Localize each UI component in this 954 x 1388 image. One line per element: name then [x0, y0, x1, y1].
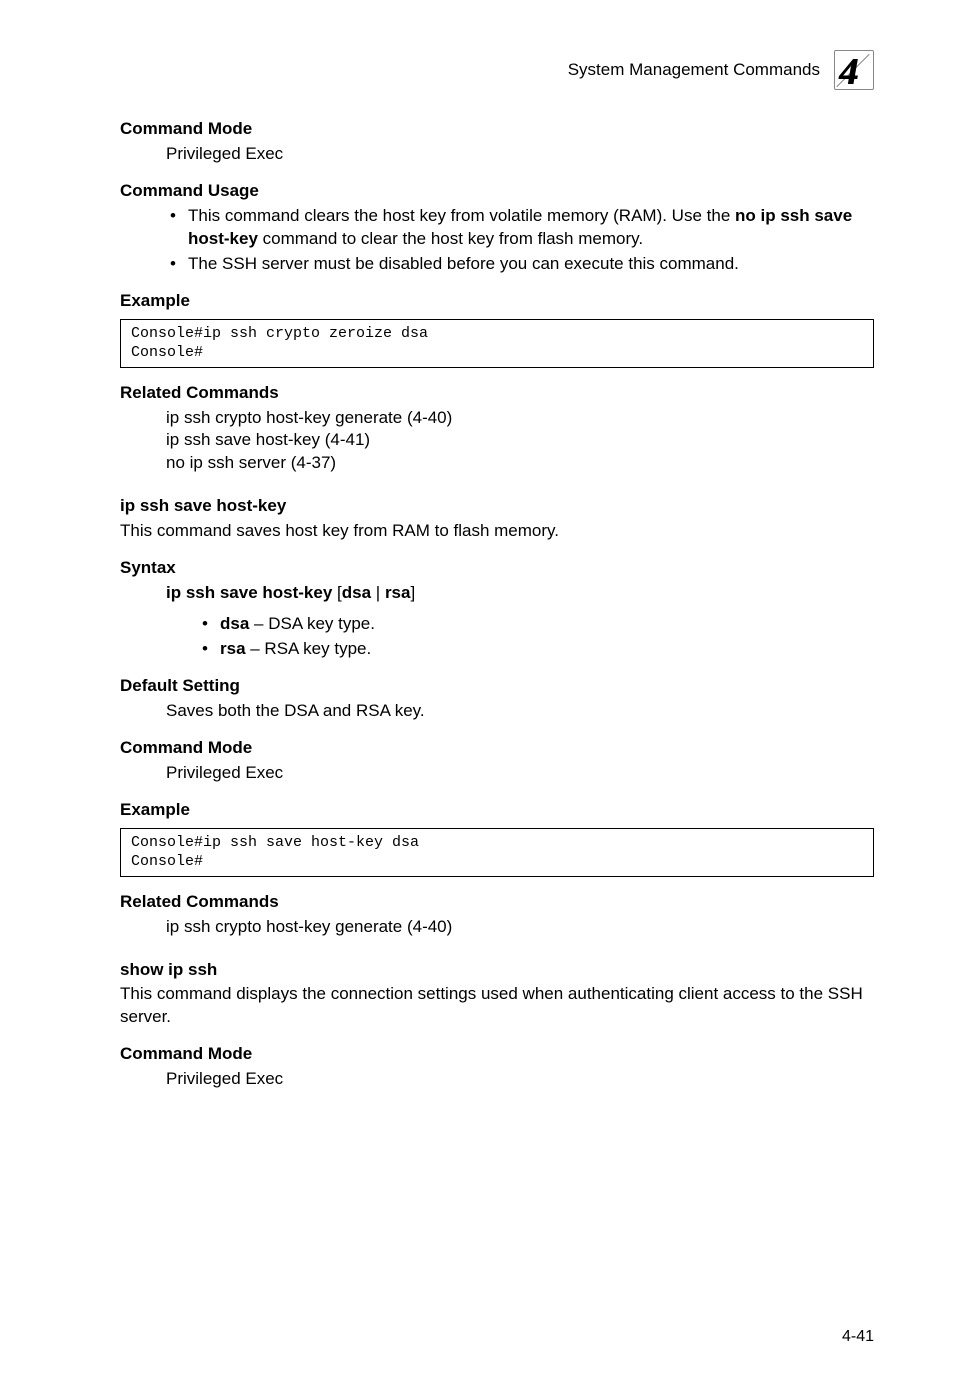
syntax-opt: rsa: [385, 583, 411, 602]
text-body: Privileged Exec: [166, 762, 874, 785]
code-block: Console#ip ssh crypto zeroize dsa Consol…: [120, 319, 874, 368]
syntax-punct: ]: [410, 583, 415, 602]
section-default-setting: Default Setting: [120, 675, 874, 698]
section-command-mode: Command Mode: [120, 1043, 874, 1066]
command-description: This command saves host key from RAM to …: [120, 520, 874, 543]
section-command-mode: Command Mode: [120, 118, 874, 141]
opt-name: dsa: [220, 614, 249, 633]
related-item: ip ssh save host-key (4-41): [166, 429, 874, 452]
opt-desc: – DSA key type.: [249, 614, 375, 633]
section-related-commands: Related Commands: [120, 891, 874, 914]
list-item: dsa – DSA key type.: [198, 613, 874, 636]
chapter-number: 4: [839, 47, 858, 98]
text: This command clears the host key from vo…: [188, 206, 735, 225]
section-related-commands: Related Commands: [120, 382, 874, 405]
opt-desc: – RSA key type.: [246, 639, 372, 658]
command-description: This command displays the connection set…: [120, 983, 874, 1029]
section-command-mode: Command Mode: [120, 737, 874, 760]
text: command to clear the host key from flash…: [258, 229, 643, 248]
list-item: This command clears the host key from vo…: [166, 205, 874, 251]
section-command-usage: Command Usage: [120, 180, 874, 203]
related-item: ip ssh crypto host-key generate (4-40): [166, 916, 874, 939]
related-list: ip ssh crypto host-key generate (4-40) i…: [166, 407, 874, 476]
list-item: The SSH server must be disabled before y…: [166, 253, 874, 276]
syntax-cmd: ip ssh save host-key: [166, 583, 332, 602]
list-item: rsa – RSA key type.: [198, 638, 874, 661]
text-body: Privileged Exec: [166, 1068, 874, 1091]
syntax-line: ip ssh save host-key [dsa | rsa]: [166, 582, 874, 605]
section-example: Example: [120, 799, 874, 822]
code-block: Console#ip ssh save host-key dsa Console…: [120, 828, 874, 877]
page-header: System Management Commands 4: [120, 50, 874, 90]
section-example: Example: [120, 290, 874, 313]
section-syntax: Syntax: [120, 557, 874, 580]
command-title: ip ssh save host-key: [120, 495, 874, 518]
text-body: Saves both the DSA and RSA key.: [166, 700, 874, 723]
command-title: show ip ssh: [120, 959, 874, 982]
page-number: 4-41: [842, 1326, 874, 1348]
related-item: ip ssh crypto host-key generate (4-40): [166, 407, 874, 430]
related-item: no ip ssh server (4-37): [166, 452, 874, 475]
option-list: dsa – DSA key type. rsa – RSA key type.: [198, 613, 874, 661]
opt-name: rsa: [220, 639, 246, 658]
page-header-title: System Management Commands: [568, 59, 820, 82]
syntax-opt: dsa: [342, 583, 371, 602]
chapter-icon: 4: [834, 50, 874, 90]
syntax-punct: [: [332, 583, 341, 602]
usage-list: This command clears the host key from vo…: [166, 205, 874, 276]
text-body: Privileged Exec: [166, 143, 874, 166]
syntax-punct: |: [371, 583, 385, 602]
